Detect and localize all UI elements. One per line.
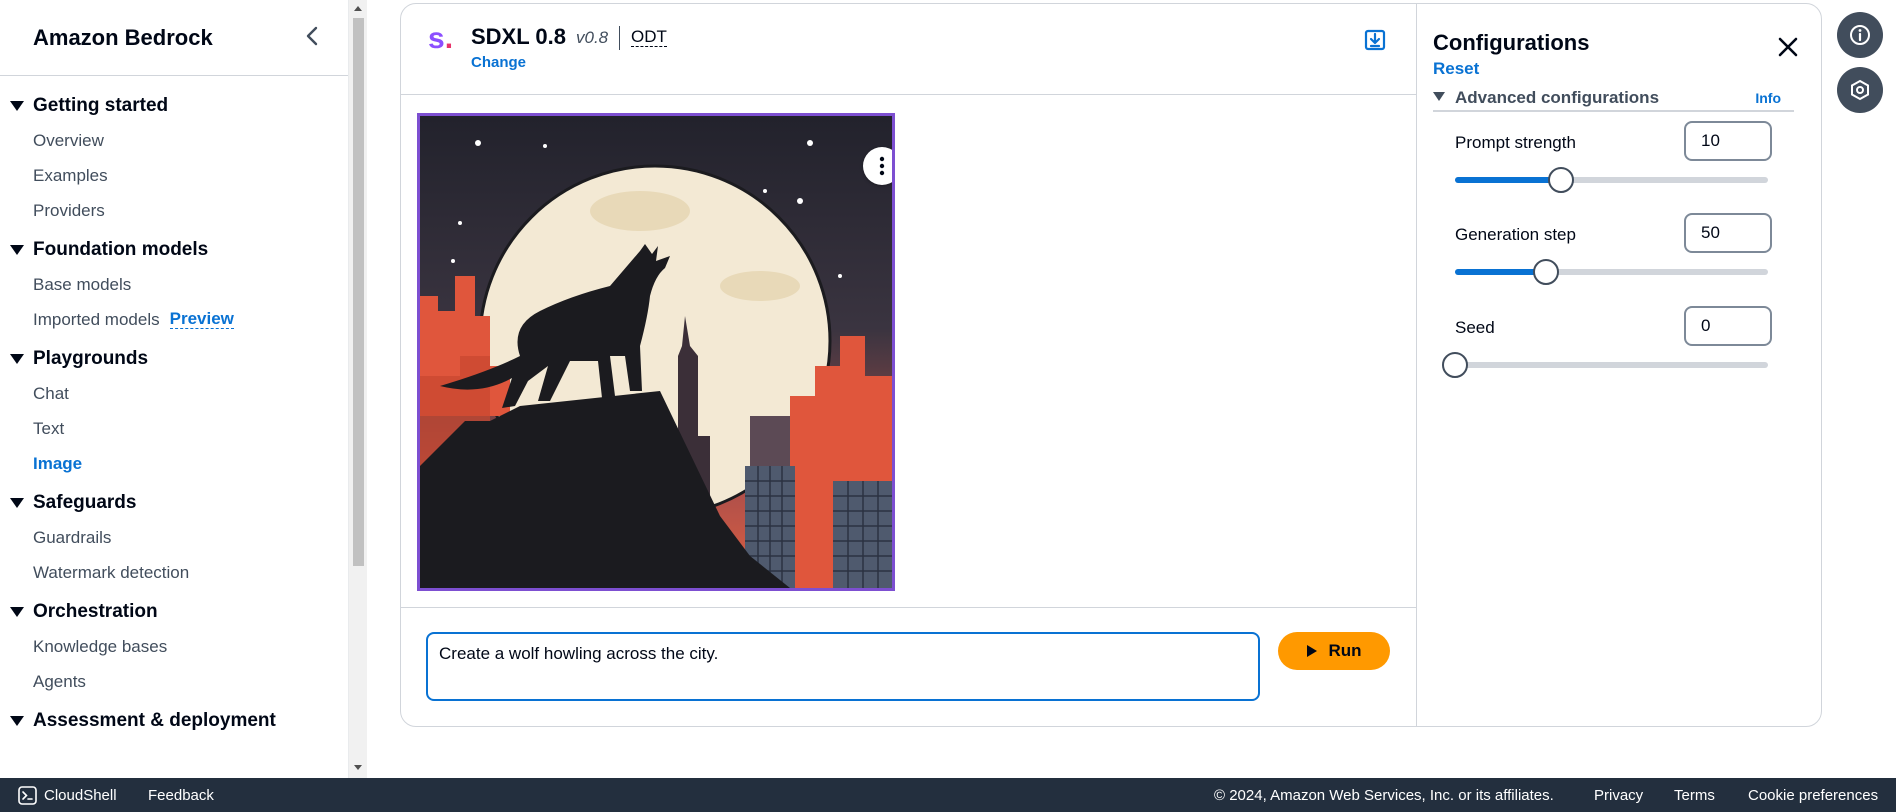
divider <box>619 26 620 50</box>
feedback-link[interactable]: Feedback <box>148 787 214 804</box>
terms-link[interactable]: Terms <box>1674 787 1715 804</box>
param-label: Generation step <box>1455 225 1576 244</box>
sidebar-item-text[interactable]: Text <box>0 411 348 446</box>
scrollbar-thumb[interactable] <box>353 18 364 566</box>
sidebar-item-watermark-detection[interactable]: Watermark detection <box>0 555 348 590</box>
sidebar-item-base-models[interactable]: Base models <box>0 267 348 302</box>
info-icon <box>1850 25 1870 45</box>
seed-slider[interactable] <box>1442 352 1768 378</box>
configurations-panel: Configurations Reset Advanced configurat… <box>1416 4 1821 726</box>
playground-card: s. SDXL 0.8 v0.8 ODT Change Create a wol… <box>400 3 1822 727</box>
nav-section-label: Orchestration <box>33 600 158 622</box>
sidebar-item-guardrails[interactable]: Guardrails <box>0 520 348 555</box>
advanced-configurations-toggle[interactable]: Advanced configurations Info <box>1433 86 1794 112</box>
nav-section-getting-started: Getting started Overview Examples Provid… <box>0 88 348 228</box>
sidebar-item-chat[interactable]: Chat <box>0 376 348 411</box>
preview-badge[interactable]: Preview <box>169 310 234 329</box>
sidebar-item-providers[interactable]: Providers <box>0 193 348 228</box>
nav-section-label: Safeguards <box>33 491 137 513</box>
nav-section-header[interactable]: Foundation models <box>0 232 348 267</box>
prompt-strength-slider[interactable] <box>1455 167 1768 193</box>
nav-section-header[interactable]: Playgrounds <box>0 341 348 376</box>
run-button-label: Run <box>1328 641 1362 660</box>
change-model-link[interactable]: Change <box>471 54 526 71</box>
sidebar-item-overview[interactable]: Overview <box>0 123 348 158</box>
param-label: Prompt strength <box>1455 133 1576 152</box>
advanced-configurations-label: Advanced configurations <box>1455 88 1660 107</box>
configurations-title: Configurations <box>1433 30 1590 55</box>
sidebar-item-examples[interactable]: Examples <box>0 158 348 193</box>
info-link[interactable]: Info <box>1755 90 1781 106</box>
side-navigation: Amazon Bedrock Getting started Overview … <box>0 0 349 778</box>
console-footer: CloudShell Feedback © 2024, Amazon Web S… <box>0 778 1896 812</box>
prompt-strength-input[interactable] <box>1684 121 1772 161</box>
slider-thumb[interactable] <box>1442 352 1468 378</box>
caret-down-icon <box>0 100 33 111</box>
param-label: Seed <box>1455 318 1495 337</box>
output-area <box>401 96 1416 608</box>
nav-section-header[interactable]: Safeguards <box>0 485 348 520</box>
slider-thumb[interactable] <box>1532 259 1559 285</box>
seed-input[interactable] <box>1684 306 1772 346</box>
hexagon-settings-icon <box>1851 79 1869 101</box>
nav-section-playgrounds: Playgrounds Chat Text Image <box>0 341 348 481</box>
nav-section-header[interactable]: Orchestration <box>0 594 348 629</box>
cookie-preferences-link[interactable]: Cookie preferences <box>1748 787 1878 804</box>
caret-down-icon <box>0 606 33 617</box>
sidebar-item-label: Imported models <box>33 309 160 329</box>
prompt-input[interactable] <box>426 632 1260 701</box>
model-version: v0.8 <box>576 28 609 47</box>
sidebar-header: Amazon Bedrock <box>0 0 348 76</box>
nav-section-header[interactable]: Assessment & deployment <box>0 703 348 738</box>
run-button[interactable]: Run <box>1278 632 1390 670</box>
nav-section-assessment-deployment: Assessment & deployment <box>0 703 348 738</box>
nav-section-safeguards: Safeguards Guardrails Watermark detectio… <box>0 485 348 590</box>
model-throughput-tag[interactable]: ODT <box>631 28 667 47</box>
model-provider-logo: s. <box>428 22 454 55</box>
model-name: SDXL 0.8 <box>471 24 566 49</box>
caret-down-icon <box>0 497 33 508</box>
slider-thumb[interactable] <box>1548 167 1575 193</box>
copyright-text: © 2024, Amazon Web Services, Inc. or its… <box>1214 787 1554 804</box>
collapse-sidebar-icon[interactable] <box>302 24 322 48</box>
generated-image[interactable] <box>417 113 895 591</box>
settings-panel-button[interactable] <box>1837 67 1883 113</box>
download-icon[interactable] <box>1363 28 1387 52</box>
wolf-moon-illustration <box>420 116 892 588</box>
image-actions-button[interactable] <box>863 147 892 185</box>
slider-fill <box>1455 177 1562 183</box>
nav-section-label: Playgrounds <box>33 347 149 369</box>
privacy-link[interactable]: Privacy <box>1594 787 1643 804</box>
nav-section-orchestration: Orchestration Knowledge bases Agents <box>0 594 348 699</box>
sidebar-item-image[interactable]: Image <box>0 446 348 481</box>
sidebar-title[interactable]: Amazon Bedrock <box>33 25 213 51</box>
nav-section-label: Foundation models <box>33 238 209 260</box>
sidebar-item-knowledge-bases[interactable]: Knowledge bases <box>0 629 348 664</box>
nav-section-label: Getting started <box>33 94 169 116</box>
nav-section-foundation-models: Foundation models Base models Imported m… <box>0 232 348 337</box>
model-header: s. SDXL 0.8 v0.8 ODT Change <box>401 4 1416 95</box>
scroll-down-arrow-icon[interactable] <box>353 762 363 772</box>
sidebar-item-agents[interactable]: Agents <box>0 664 348 699</box>
info-panel-button[interactable] <box>1837 12 1883 58</box>
nav-section-label: Assessment & deployment <box>33 709 276 731</box>
caret-down-icon <box>1433 89 1455 107</box>
close-icon[interactable] <box>1777 36 1799 58</box>
scroll-up-arrow-icon[interactable] <box>353 4 363 14</box>
reset-link[interactable]: Reset <box>1433 59 1479 79</box>
sidebar-item-imported-models[interactable]: Imported models Preview <box>0 302 348 337</box>
cloudshell-icon[interactable] <box>18 786 37 805</box>
generation-step-input[interactable] <box>1684 213 1772 253</box>
sidebar-nav: Getting started Overview Examples Provid… <box>0 76 348 738</box>
caret-down-icon <box>0 715 33 726</box>
sidebar-scrollbar[interactable] <box>349 0 367 778</box>
nav-section-header[interactable]: Getting started <box>0 88 348 123</box>
cloudshell-link[interactable]: CloudShell <box>44 787 117 804</box>
more-vertical-icon <box>879 156 885 176</box>
play-icon <box>1307 645 1318 657</box>
generation-step-slider[interactable] <box>1455 259 1768 285</box>
caret-down-icon <box>0 353 33 364</box>
caret-down-icon <box>0 244 33 255</box>
